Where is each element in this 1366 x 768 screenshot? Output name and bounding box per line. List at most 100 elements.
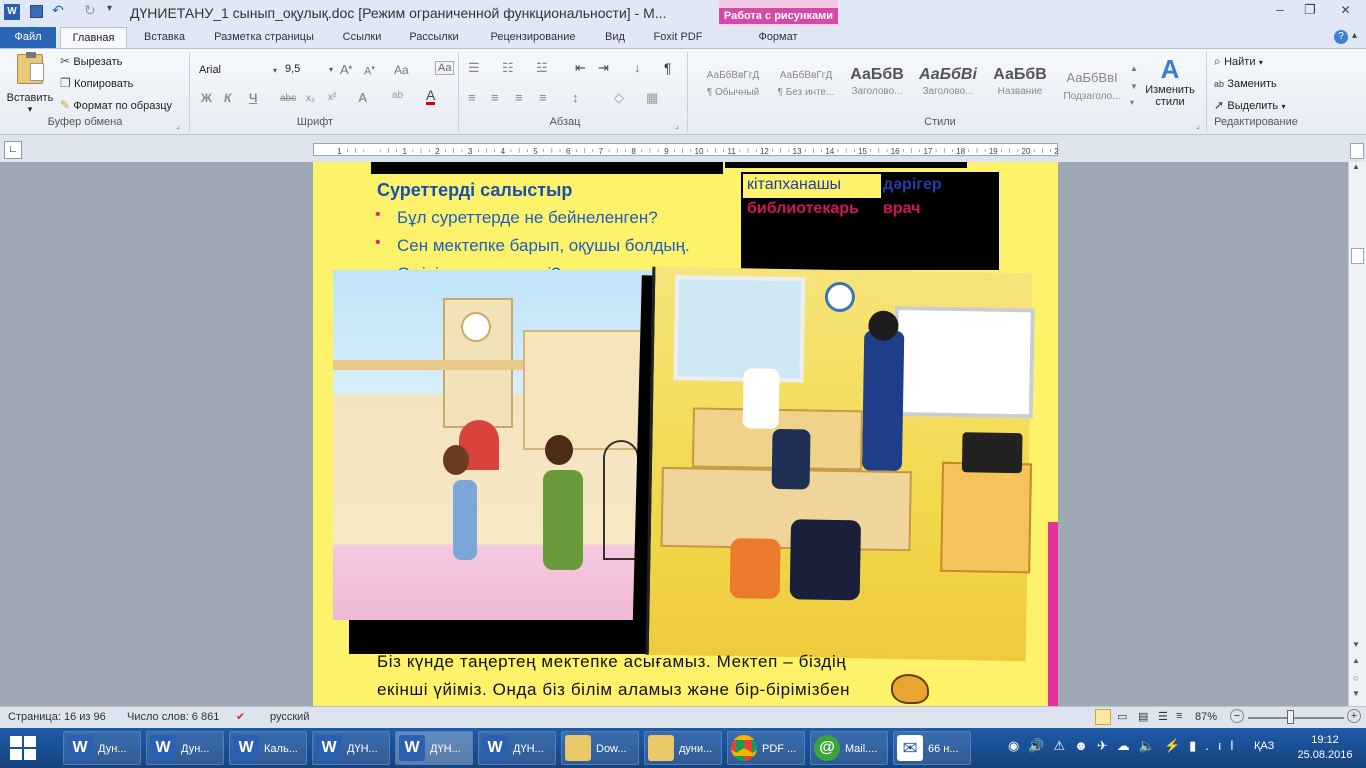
align-right-icon[interactable]: ≡: [515, 90, 523, 105]
tab-view[interactable]: Вид: [596, 27, 634, 48]
tab-format[interactable]: Формат: [740, 27, 816, 48]
prev-page-icon[interactable]: ▲: [1352, 656, 1360, 665]
numbering-icon[interactable]: ☷: [502, 60, 514, 76]
style-normal[interactable]: АаБбВвГгД ¶ Обычный: [698, 66, 768, 106]
scroll-thumb[interactable]: [1351, 248, 1364, 264]
start-windows-icon[interactable]: [8, 734, 38, 762]
font-size-select[interactable]: 9,5 ▾: [283, 61, 335, 80]
vertical-scrollbar[interactable]: ▲ ▼ ▲ ○ ▼: [1348, 162, 1366, 706]
increase-indent-icon[interactable]: ⇥: [598, 60, 609, 76]
browse-object-icon[interactable]: ○: [1353, 673, 1358, 683]
language-indicator[interactable]: русский: [270, 711, 309, 723]
paragraph-dialog-launcher-icon[interactable]: ⌟: [675, 121, 679, 130]
scroll-up-icon[interactable]: ▲: [1352, 162, 1360, 171]
vocab-word-ru: врач: [883, 200, 921, 217]
style-heading2[interactable]: АаБбВі Заголово...: [913, 66, 983, 106]
style-no-spacing[interactable]: АаБбВвГгД ¶ Без инте...: [771, 66, 841, 106]
shading-icon[interactable]: ◇: [614, 90, 624, 106]
system-clock[interactable]: 19:12 25.08.2016: [1290, 733, 1360, 763]
underline-icon[interactable]: Ч: [249, 91, 257, 105]
shrink-font-icon[interactable]: A▾: [364, 64, 375, 78]
tab-selector-icon[interactable]: ∟: [4, 141, 22, 159]
word-icon: W: [482, 735, 508, 761]
zoom-out-icon[interactable]: −: [1230, 709, 1244, 723]
document-page[interactable]: Суреттерді салыстыр • Бұл суреттерде не …: [313, 162, 1058, 706]
bullets-icon[interactable]: ☰: [468, 60, 480, 76]
style-subtitle[interactable]: АаБбВвІ Подзаголо...: [1057, 66, 1127, 106]
align-left-icon[interactable]: ≡: [468, 90, 476, 105]
zoom-level[interactable]: 87%: [1195, 711, 1217, 723]
change-case-icon[interactable]: Aa: [394, 63, 409, 77]
print-layout-view-icon[interactable]: [1095, 709, 1111, 725]
bold-icon[interactable]: Ж: [201, 91, 212, 105]
format-painter-button[interactable]: ✎ Формат по образцу: [60, 98, 172, 114]
grow-font-icon[interactable]: A▴: [340, 62, 352, 77]
paste-button[interactable]: Вставить ▾: [5, 52, 55, 114]
font-name-select[interactable]: Arial ▾: [196, 61, 280, 80]
redo-icon[interactable]: ↻: [84, 2, 96, 19]
zoom-slider-thumb[interactable]: [1287, 710, 1294, 724]
full-screen-view-icon[interactable]: ▭: [1117, 710, 1127, 723]
borders-icon[interactable]: ▦: [646, 90, 658, 106]
input-language[interactable]: ҚАЗ: [1254, 740, 1274, 752]
tab-insert[interactable]: Вставка: [137, 27, 192, 48]
clear-formatting-icon[interactable]: Aa: [435, 61, 455, 75]
select-button[interactable]: ➚ Выделить ▾: [1214, 98, 1286, 112]
next-page-icon[interactable]: ▼: [1352, 689, 1360, 698]
word-app-icon[interactable]: W: [4, 4, 20, 20]
page-counter[interactable]: Страница: 16 из 96: [8, 711, 106, 723]
tab-references[interactable]: Ссылки: [332, 27, 392, 48]
font-color-icon[interactable]: A: [426, 88, 436, 105]
undo-icon[interactable]: ↶: [52, 2, 64, 19]
text-effects-icon[interactable]: A: [358, 90, 367, 105]
italic-icon[interactable]: К: [224, 91, 231, 105]
justify-icon[interactable]: ≡: [539, 90, 547, 105]
decrease-indent-icon[interactable]: ⇤: [575, 60, 586, 76]
view-ruler-icon[interactable]: [1350, 143, 1364, 159]
cut-button[interactable]: ✂ Вырезать: [60, 54, 122, 70]
zoom-in-icon[interactable]: +: [1347, 709, 1361, 723]
quick-access-dropdown-icon[interactable]: ▾: [107, 3, 112, 14]
line-spacing-icon[interactable]: ↕: [572, 90, 579, 105]
replace-button[interactable]: ab Заменить: [1214, 76, 1277, 90]
copy-button[interactable]: ❐ Копировать: [60, 76, 133, 92]
tab-file[interactable]: Файл: [0, 27, 56, 48]
zoom-slider[interactable]: [1248, 717, 1344, 719]
styles-more-icon[interactable]: ▾: [1130, 98, 1134, 107]
tab-mailings[interactable]: Рассылки: [398, 27, 470, 48]
pilcrow-icon[interactable]: ¶: [664, 60, 672, 76]
scroll-down-icon[interactable]: ▼: [1352, 640, 1360, 649]
tray-icons[interactable]: ◉🔊⚠☻✈☁🔈⚡▮.ıl: [1008, 738, 1242, 754]
subscript-icon[interactable]: x₂: [306, 93, 315, 104]
tab-foxit-pdf[interactable]: Foxit PDF: [646, 27, 710, 48]
draft-view-icon[interactable]: ≡: [1176, 710, 1182, 722]
spellcheck-icon[interactable]: ✔: [236, 710, 245, 723]
highlight-icon[interactable]: ab: [392, 90, 403, 101]
align-center-icon[interactable]: ≡: [491, 90, 499, 105]
ribbon-collapse-icon[interactable]: ▴: [1352, 30, 1357, 41]
close-button[interactable]: ✕: [1325, 0, 1366, 20]
change-styles-button[interactable]: A Изменить стили: [1144, 54, 1196, 116]
tab-page-layout[interactable]: Разметка страницы: [200, 27, 328, 48]
save-icon[interactable]: [30, 5, 43, 18]
horizontal-ruler[interactable]: 1123456789101112131415161718192021: [313, 143, 1064, 156]
clipboard-dialog-launcher-icon[interactable]: ⌟: [176, 121, 180, 130]
superscript-icon[interactable]: x²: [328, 92, 336, 103]
help-icon[interactable]: ?: [1334, 30, 1348, 44]
style-heading1[interactable]: АаБбВ Заголово...: [842, 66, 912, 106]
word-count[interactable]: Число слов: 6 861: [127, 711, 219, 723]
outline-view-icon[interactable]: ☰: [1158, 710, 1168, 723]
sort-icon[interactable]: ↓: [634, 60, 641, 75]
find-button[interactable]: ⌕ Найти ▾: [1214, 54, 1263, 69]
multilevel-list-icon[interactable]: ☳: [536, 60, 548, 76]
styles-scroll-up-icon[interactable]: ▲: [1130, 64, 1138, 73]
styles-scroll-down-icon[interactable]: ▼: [1130, 82, 1138, 91]
style-title[interactable]: АаБбВ Название: [985, 66, 1055, 106]
tab-home[interactable]: Главная: [60, 27, 127, 49]
web-layout-view-icon[interactable]: ▤: [1138, 710, 1148, 723]
minimize-button[interactable]: –: [1265, 0, 1295, 20]
strikethrough-icon[interactable]: abc: [280, 93, 296, 104]
restore-button[interactable]: ❐: [1295, 0, 1325, 20]
styles-dialog-launcher-icon[interactable]: ⌟: [1196, 121, 1200, 130]
tab-review[interactable]: Рецензирование: [478, 27, 588, 48]
